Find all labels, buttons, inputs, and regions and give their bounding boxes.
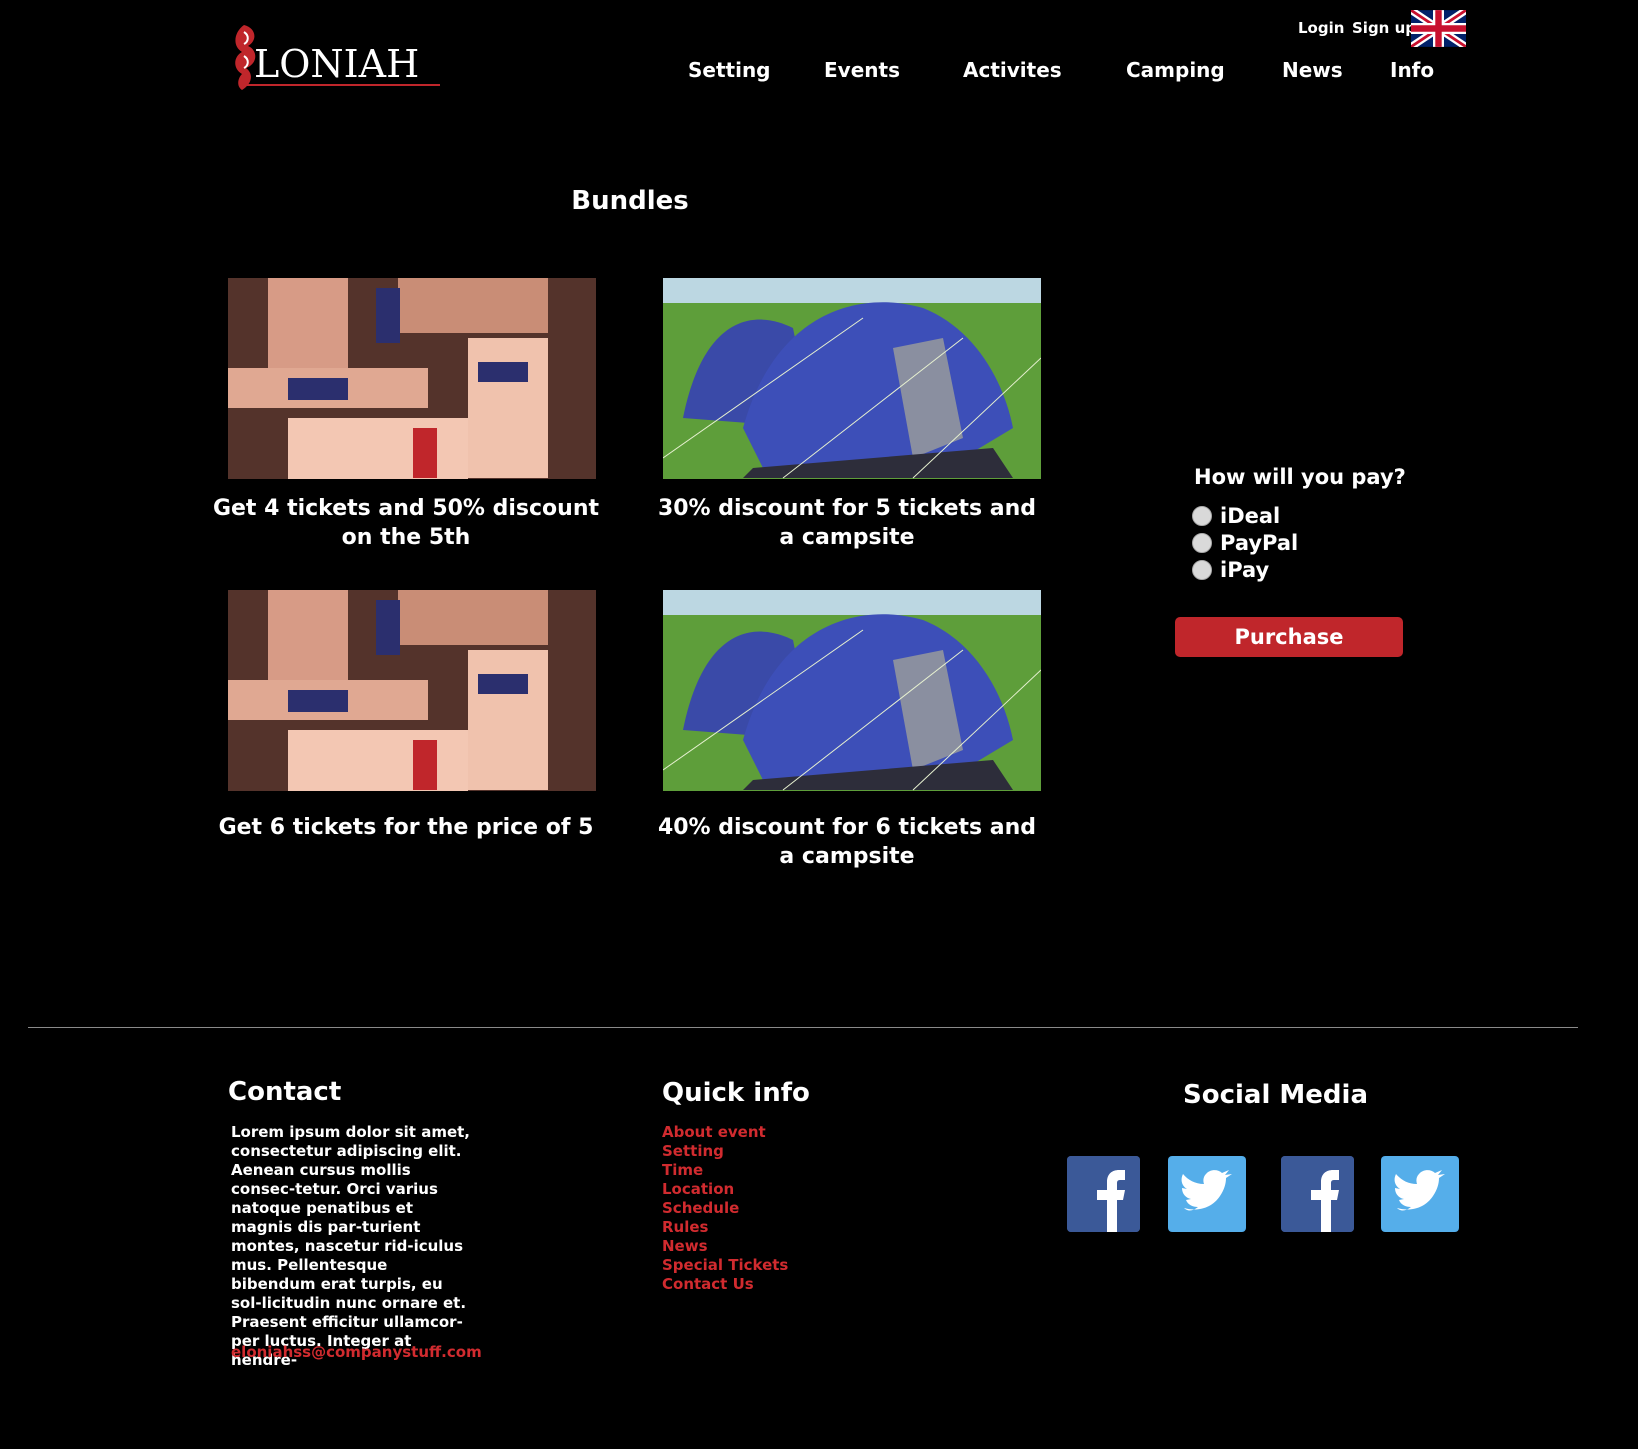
- wristbands-image[interactable]: [228, 590, 596, 791]
- bundle-caption-line2: a campsite: [779, 525, 915, 550]
- facebook-icon[interactable]: [1067, 1156, 1140, 1232]
- payment-option-ideal[interactable]: iDeal: [1192, 504, 1280, 528]
- nav-events[interactable]: Events: [824, 58, 900, 82]
- bundle-caption: 30% discount for 5 tickets and a campsit…: [647, 494, 1047, 552]
- login-link[interactable]: Login: [1298, 19, 1344, 37]
- payment-option-label: PayPal: [1220, 531, 1299, 555]
- social-media-title: Social Media: [1183, 1080, 1368, 1110]
- payment-option-label: iDeal: [1220, 504, 1281, 528]
- footer-divider: [28, 1027, 1578, 1028]
- quick-link-location[interactable]: Location: [662, 1180, 788, 1199]
- bundle-caption-line1: 30% discount for 5 tickets and: [657, 496, 1037, 521]
- wristbands-image[interactable]: [228, 278, 596, 479]
- quick-info-title: Quick info: [662, 1078, 810, 1108]
- contact-email-link[interactable]: eloniahss@companystuff.com: [231, 1343, 482, 1361]
- signup-link[interactable]: Sign up: [1352, 19, 1416, 37]
- contact-text: Lorem ipsum dolor sit amet, consectetur …: [231, 1123, 470, 1369]
- quick-link-special-tickets[interactable]: Special Tickets: [662, 1256, 788, 1275]
- bundle-caption-line2: a campsite: [779, 844, 915, 869]
- purchase-button[interactable]: Purchase: [1175, 617, 1403, 657]
- radio-button[interactable]: [1192, 533, 1212, 553]
- contact-title: Contact: [228, 1077, 342, 1107]
- tents-image[interactable]: [663, 590, 1041, 791]
- bundle-caption: Get 6 tickets for the price of 5: [206, 813, 606, 842]
- bundle-caption-line2: on the 5th: [341, 525, 471, 550]
- payment-option-paypal[interactable]: PayPal: [1192, 531, 1298, 555]
- quick-link-contact-us[interactable]: Contact Us: [662, 1275, 788, 1294]
- twitter-icon[interactable]: [1381, 1156, 1459, 1232]
- payment-title: How will you pay?: [1194, 465, 1406, 489]
- quick-link-setting[interactable]: Setting: [662, 1142, 788, 1161]
- bundle-caption-line1: 40% discount for 6 tickets and: [657, 815, 1037, 840]
- twitter-icon[interactable]: [1168, 1156, 1246, 1232]
- facebook-icon[interactable]: [1281, 1156, 1354, 1232]
- tents-image[interactable]: [663, 278, 1041, 479]
- nav-camping[interactable]: Camping: [1126, 58, 1225, 82]
- nav-activites[interactable]: Activites: [963, 58, 1062, 82]
- quick-link-rules[interactable]: Rules: [662, 1218, 788, 1237]
- radio-button[interactable]: [1192, 560, 1212, 580]
- logo-underline: [244, 84, 440, 86]
- site-logo[interactable]: LONIAH: [224, 20, 440, 95]
- quick-info-list: About event Setting Time Location Schedu…: [662, 1123, 788, 1294]
- nav-setting[interactable]: Setting: [688, 58, 771, 82]
- bundle-caption-line1: Get 6 tickets for the price of 5: [218, 815, 594, 840]
- quick-link-time[interactable]: Time: [662, 1161, 788, 1180]
- nav-news[interactable]: News: [1282, 58, 1343, 82]
- bundle-caption-line1: Get 4 tickets and 50% discount: [212, 496, 600, 521]
- nav-info[interactable]: Info: [1390, 58, 1434, 82]
- bundle-caption: 40% discount for 6 tickets and a campsit…: [647, 813, 1047, 871]
- page-title: Bundles: [571, 186, 689, 216]
- logo-wordmark: LONIAH: [254, 42, 420, 86]
- bundle-caption: Get 4 tickets and 50% discount on the 5t…: [206, 494, 606, 552]
- quick-link-schedule[interactable]: Schedule: [662, 1199, 788, 1218]
- quick-link-about-event[interactable]: About event: [662, 1123, 788, 1142]
- uk-flag-icon[interactable]: [1408, 7, 1469, 50]
- radio-button[interactable]: [1192, 506, 1212, 526]
- payment-option-ipay[interactable]: iPay: [1192, 558, 1269, 582]
- quick-link-news[interactable]: News: [662, 1237, 788, 1256]
- payment-option-label: iPay: [1220, 558, 1270, 582]
